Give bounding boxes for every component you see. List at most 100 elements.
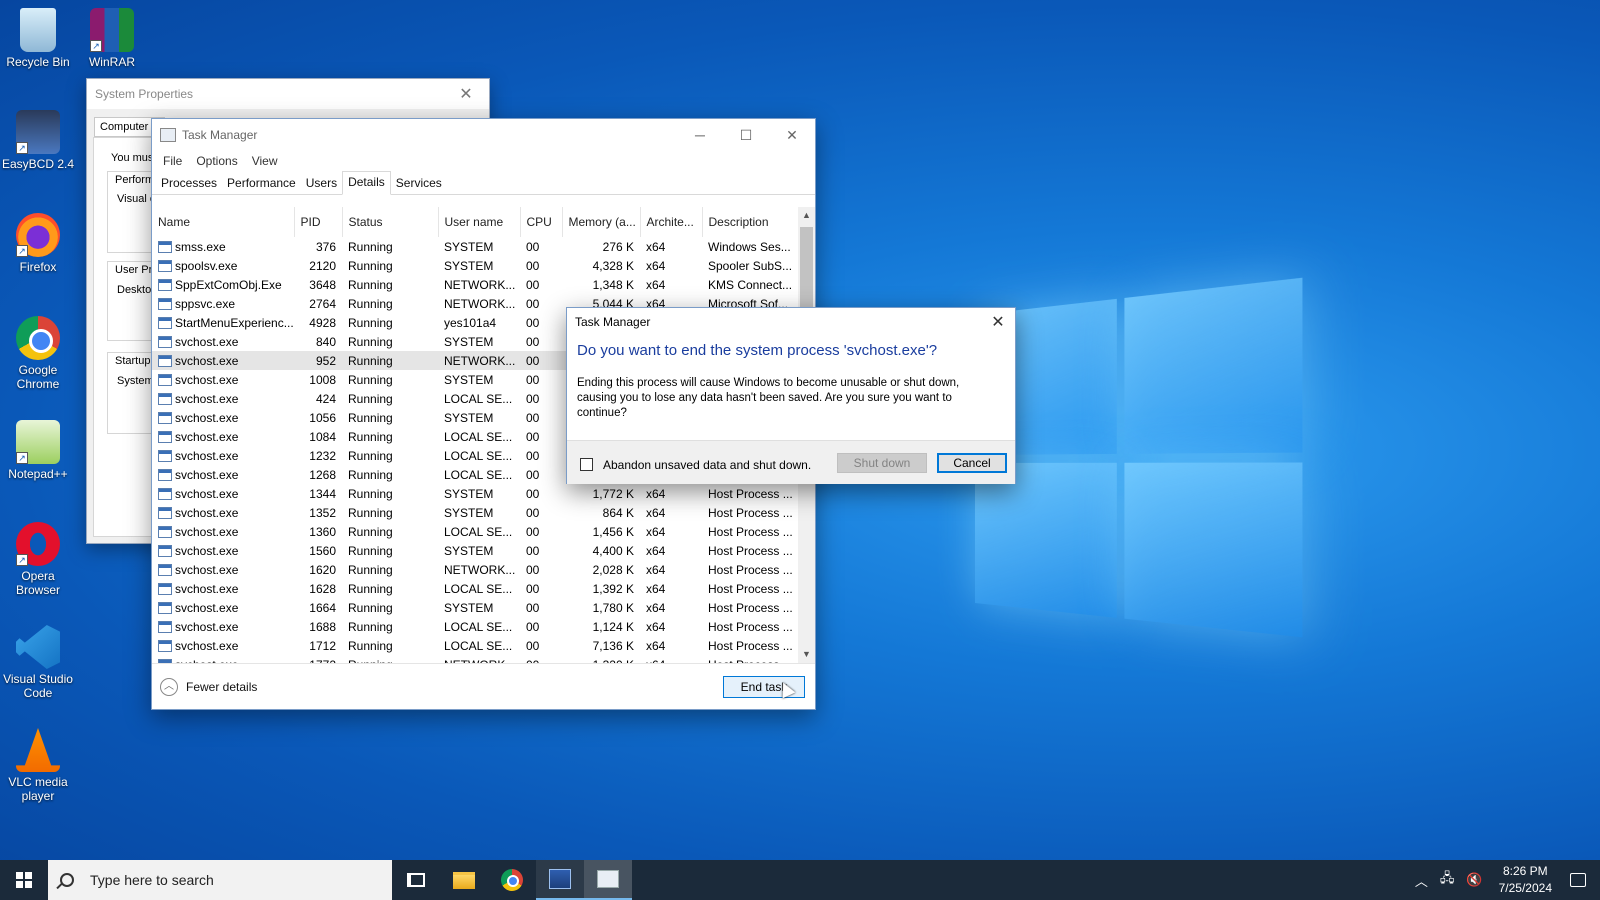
table-row[interactable]: smss.exe 376 Running SYSTEM 00 276 K x64 Window… <box>152 237 798 256</box>
clock-time: 8:26 PM <box>1499 863 1552 880</box>
cell-cpu: 00 <box>520 389 562 408</box>
cell-memory: 1,124 K <box>562 617 640 636</box>
system-properties-taskbar-button[interactable] <box>536 860 584 900</box>
fewer-details-button[interactable]: ︿ Fewer details <box>160 678 257 696</box>
desktop-icon-vlc[interactable]: VLC media player <box>0 728 76 803</box>
table-row[interactable]: svchost.exe 1560 Running SYSTEM 00 4,400 K x64… <box>152 541 798 560</box>
close-icon[interactable]: ✕ <box>443 84 489 104</box>
tab-strip: Processes Performance Users Details Serv… <box>152 171 815 195</box>
cell-name: svchost.exe <box>152 503 294 522</box>
window-title: Task Manager <box>182 128 257 142</box>
column-header-pid[interactable]: PID <box>294 207 342 237</box>
table-row[interactable]: svchost.exe 1344 Running SYSTEM 00 1,772 K x64… <box>152 484 798 503</box>
taskbar-search[interactable]: Type here to search <box>48 860 392 900</box>
cell-cpu: 00 <box>520 560 562 579</box>
cell-status: Running <box>342 446 438 465</box>
table-row[interactable]: svchost.exe 1688 Running LOCAL SE... 00 1,124… <box>152 617 798 636</box>
column-header-name[interactable]: Name <box>152 207 294 237</box>
cell-status: Running <box>342 370 438 389</box>
cell-pid: 1772 <box>294 655 342 663</box>
tab-users[interactable]: Users <box>301 171 342 194</box>
cell-architecture: x64 <box>640 560 702 579</box>
cell-status: Running <box>342 617 438 636</box>
cell-memory: 1,456 K <box>562 522 640 541</box>
process-name: svchost.exe <box>175 582 238 596</box>
cancel-button[interactable]: Cancel <box>937 453 1007 473</box>
column-header-user-name[interactable]: User name <box>438 207 520 237</box>
desktop-icon-vscode[interactable]: Visual Studio Code <box>0 625 76 700</box>
close-icon[interactable]: ✕ <box>769 119 815 151</box>
network-icon[interactable]: 🖧 <box>1434 869 1461 891</box>
system-tray: ︿ 🖧 🔇 8:26 PM 7/25/2024 <box>1409 860 1600 900</box>
column-header-status[interactable]: Status <box>342 207 438 237</box>
task-manager-taskbar-button[interactable] <box>584 860 632 900</box>
desktop-icon-easybcd[interactable]: ↗ EasyBCD 2.4 <box>0 110 76 171</box>
column-header-memory[interactable]: Memory (a... <box>562 207 640 237</box>
fewer-details-label: Fewer details <box>186 680 257 694</box>
process-name: svchost.exe <box>175 335 238 349</box>
close-icon[interactable]: ✕ <box>981 312 1015 332</box>
chrome-taskbar-button[interactable] <box>488 860 536 900</box>
desktop-icon-chrome[interactable]: Google Chrome <box>0 316 76 391</box>
tab-performance[interactable]: Performance <box>222 171 301 194</box>
desktop-icon-firefox[interactable]: ↗ Firefox <box>0 213 76 274</box>
start-button[interactable] <box>0 860 48 900</box>
desktop-icon-opera[interactable]: ↗ Opera Browser <box>0 522 76 597</box>
notification-center-icon[interactable] <box>1570 873 1586 887</box>
dialog-title: Task Manager <box>575 315 650 329</box>
cell-name: svchost.exe <box>152 598 294 617</box>
abandon-data-label[interactable]: Abandon unsaved data and shut down. <box>603 458 811 472</box>
abandon-data-checkbox[interactable] <box>580 458 593 471</box>
tab-services[interactable]: Services <box>391 171 447 194</box>
task-view-icon <box>407 873 425 887</box>
desktop-icon-winrar[interactable]: ↗ WinRAR <box>74 8 150 69</box>
table-row[interactable]: svchost.exe 1620 Running NETWORK... 00 2,028 … <box>152 560 798 579</box>
cell-memory: 276 K <box>562 237 640 256</box>
table-row[interactable]: svchost.exe1772RunningNETWORK...001,320 … <box>152 655 798 663</box>
table-row[interactable]: svchost.exe 1628 Running LOCAL SE... 00 1,392… <box>152 579 798 598</box>
cell-name: svchost.exe <box>152 370 294 389</box>
column-header-description[interactable]: Description <box>702 207 798 237</box>
column-header-cpu[interactable]: CPU <box>520 207 562 237</box>
task-view-button[interactable] <box>392 860 440 900</box>
file-explorer-button[interactable] <box>440 860 488 900</box>
table-row[interactable]: svchost.exe 1360 Running LOCAL SE... 00 1,456… <box>152 522 798 541</box>
show-hidden-icons-icon[interactable]: ︿ <box>1409 871 1434 890</box>
table-row[interactable]: SppExtComObj.Exe 3648 Running NETWORK... 00 1… <box>152 275 798 294</box>
cell-name: SppExtComObj.Exe <box>152 275 294 294</box>
table-row[interactable]: svchost.exe 1664 Running SYSTEM 00 1,780 K x64… <box>152 598 798 617</box>
scroll-up-icon[interactable]: ▲ <box>798 207 815 224</box>
cell-user-name: LOCAL SE... <box>438 465 520 484</box>
cell-user-name: SYSTEM <box>438 598 520 617</box>
table-row[interactable]: svchost.exe 1712 Running LOCAL SE... 00 7,136… <box>152 636 798 655</box>
cell-architecture: x64 <box>640 541 702 560</box>
process-icon <box>158 374 172 386</box>
desktop-icon-notepadpp[interactable]: ↗ Notepad++ <box>0 420 76 481</box>
menu-view[interactable]: View <box>245 151 285 171</box>
system-properties-titlebar[interactable]: System Properties ✕ <box>87 79 489 109</box>
tab-processes[interactable]: Processes <box>156 171 222 194</box>
process-name: svchost.exe <box>175 487 238 501</box>
process-icon <box>158 317 172 329</box>
cell-status: Running <box>342 522 438 541</box>
menu-options[interactable]: Options <box>189 151 244 171</box>
end-process-dialog[interactable]: Task Manager ✕ Do you want to end the sy… <box>566 307 1016 484</box>
minimize-icon[interactable]: ─ <box>677 119 723 151</box>
scroll-down-icon[interactable]: ▼ <box>798 646 815 663</box>
system-properties-icon <box>549 869 571 889</box>
table-row[interactable]: svchost.exe 1352 Running SYSTEM 00 864 K x64 Ho… <box>152 503 798 522</box>
column-header-architecture[interactable]: Archite... <box>640 207 702 237</box>
cell-status: Running <box>342 408 438 427</box>
volume-muted-icon[interactable]: 🔇 <box>1460 872 1488 888</box>
cell-architecture: x64 <box>640 275 702 294</box>
cell-memory: 4,328 K <box>562 256 640 275</box>
menu-file[interactable]: File <box>156 151 189 171</box>
clock[interactable]: 8:26 PM 7/25/2024 <box>1489 863 1562 897</box>
tab-details[interactable]: Details <box>342 171 391 195</box>
process-icon <box>158 583 172 595</box>
task-manager-titlebar[interactable]: Task Manager ─ ☐ ✕ <box>152 119 815 151</box>
process-name: svchost.exe <box>175 373 238 387</box>
desktop-icon-recycle-bin[interactable]: Recycle Bin <box>0 8 76 69</box>
table-row[interactable]: spoolsv.exe 2120 Running SYSTEM 00 4,328 K x64… <box>152 256 798 275</box>
maximize-icon[interactable]: ☐ <box>723 119 769 151</box>
